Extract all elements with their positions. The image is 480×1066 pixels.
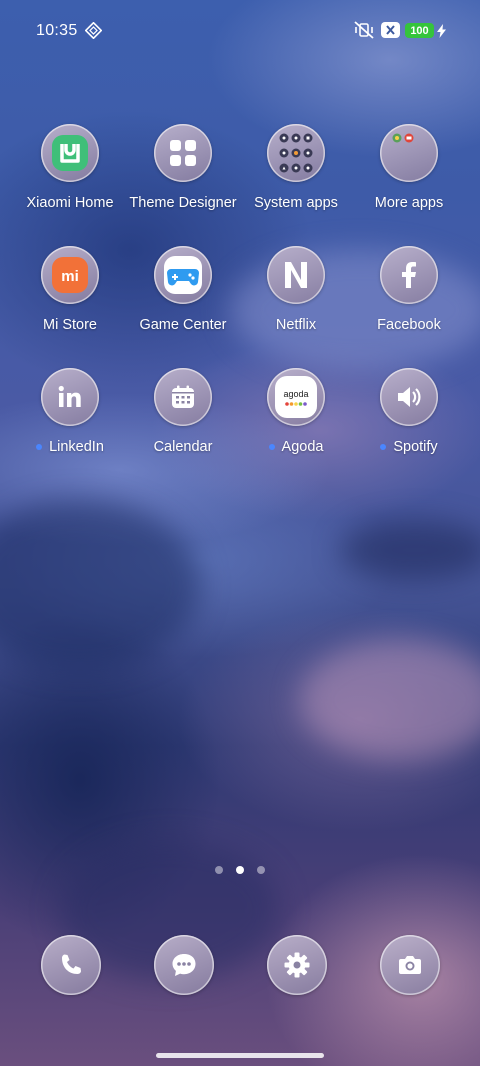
netflix-icon xyxy=(267,246,325,304)
page-dot-active[interactable] xyxy=(236,866,244,874)
battery-indicator: 100 xyxy=(405,23,434,38)
theme-designer-icon xyxy=(154,124,212,182)
page-dot[interactable] xyxy=(257,866,265,874)
app-xiaomi-home[interactable]: Xiaomi Home xyxy=(10,124,130,224)
status-bar: 10:35 100 xyxy=(0,0,480,60)
page-indicator[interactable] xyxy=(0,866,480,874)
app-label: Netflix xyxy=(275,317,317,333)
app-spotify[interactable]: Spotify xyxy=(349,368,469,468)
page-dot[interactable] xyxy=(215,866,223,874)
wallpaper-cloud xyxy=(300,640,480,760)
spotify-icon xyxy=(380,368,438,426)
app-label: Mi Store xyxy=(43,317,97,333)
svg-text:mi: mi xyxy=(61,268,79,285)
dock-app-settings[interactable] xyxy=(267,935,327,995)
dock-app-phone[interactable] xyxy=(41,935,101,995)
xiaomi-home-icon xyxy=(41,124,99,182)
status-time: 10:35 xyxy=(36,22,78,39)
app-folder-more-apps[interactable]: More apps xyxy=(349,124,469,224)
app-label: Agoda xyxy=(268,439,323,455)
game-center-icon xyxy=(154,246,212,304)
linkedin-icon xyxy=(41,368,99,426)
app-facebook[interactable]: Facebook xyxy=(349,246,469,346)
home-screen: 10:35 100 Xiaomi Home Theme Designer Sys… xyxy=(0,0,480,1066)
dock-app-camera[interactable] xyxy=(380,935,440,995)
mi-store-icon: mi xyxy=(41,246,99,304)
ai-diamond-icon xyxy=(85,22,102,39)
settings-icon xyxy=(267,935,327,995)
folder-icon xyxy=(380,124,438,182)
wallpaper-cloud xyxy=(0,500,200,670)
facebook-icon xyxy=(380,246,438,304)
app-netflix[interactable]: Netflix xyxy=(236,246,356,346)
app-label: LinkedIn xyxy=(36,439,104,455)
app-linkedin[interactable]: LinkedIn xyxy=(10,368,130,468)
phone-icon xyxy=(41,935,101,995)
app-label: Theme Designer xyxy=(129,195,237,211)
folder-icon xyxy=(267,124,325,182)
app-label: Facebook xyxy=(377,317,441,333)
app-theme-designer[interactable]: Theme Designer xyxy=(123,124,243,224)
vibrate-mute-icon xyxy=(354,21,374,39)
app-label: Game Center xyxy=(139,317,227,333)
calendar-icon xyxy=(154,368,212,426)
app-label: Spotify xyxy=(380,439,438,455)
sim-x-icon xyxy=(381,22,400,38)
new-app-dot xyxy=(268,444,275,450)
app-label: More apps xyxy=(374,195,444,211)
new-app-dot xyxy=(36,444,43,450)
app-calendar[interactable]: Calendar xyxy=(123,368,243,468)
app-folder-system-apps[interactable]: System apps xyxy=(236,124,356,224)
new-app-dot xyxy=(380,444,387,450)
app-mi-store[interactable]: mi Mi Store xyxy=(10,246,130,346)
camera-icon xyxy=(380,935,440,995)
wallpaper-cloud xyxy=(340,520,480,580)
agoda-icon: agoda xyxy=(267,368,325,426)
charging-bolt-icon xyxy=(437,24,446,38)
messages-icon xyxy=(154,935,214,995)
app-label: Xiaomi Home xyxy=(26,195,114,211)
dock-app-messages[interactable] xyxy=(154,935,214,995)
app-label: System apps xyxy=(254,195,338,211)
app-game-center[interactable]: Game Center xyxy=(123,246,243,346)
svg-text:agoda: agoda xyxy=(283,389,308,399)
gesture-home-bar[interactable] xyxy=(156,1053,324,1058)
app-label: Calendar xyxy=(153,439,213,455)
app-agoda[interactable]: agoda Agoda xyxy=(236,368,356,468)
